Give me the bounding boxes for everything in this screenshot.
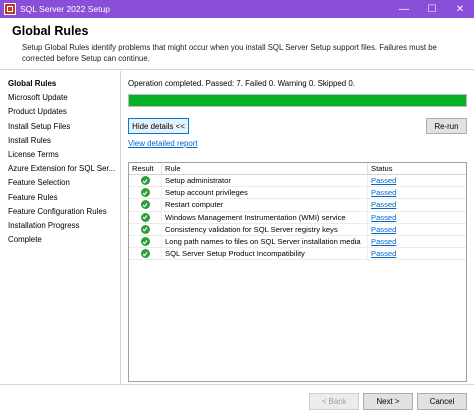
table-row[interactable]: Setup administrator Passed <box>129 175 466 188</box>
passed-link[interactable]: Passed <box>371 200 396 209</box>
result-cell <box>129 187 162 199</box>
sidebar-item[interactable]: Complete <box>0 233 120 247</box>
table-row[interactable]: Consistency validation for SQL Server re… <box>129 223 466 236</box>
rule-cell: Long path names to files on SQL Server i… <box>162 235 368 248</box>
rules-table: Result Rule Status Setup administrator Pa… <box>128 162 467 382</box>
passed-link[interactable]: Passed <box>371 249 396 258</box>
passed-link[interactable]: Passed <box>371 237 396 246</box>
rule-cell: Restart computer <box>162 199 368 211</box>
green-check-icon <box>140 249 150 259</box>
next-button[interactable]: Next > <box>363 393 413 410</box>
sidebar-item[interactable]: Installation Progress <box>0 219 120 233</box>
green-check-icon <box>140 200 150 210</box>
main-panel: Operation completed. Passed: 7. Failed 0… <box>122 71 474 384</box>
sidebar-item[interactable]: License Terms <box>0 148 120 162</box>
progress-fill <box>129 95 466 106</box>
view-detailed-report-link[interactable]: View detailed report <box>128 139 198 148</box>
result-cell <box>129 248 162 260</box>
green-check-icon <box>140 224 150 234</box>
maximize-button[interactable]: ☐ <box>418 0 446 18</box>
title-bar: SQL Server 2022 Setup — ☐ ✕ <box>0 0 474 18</box>
status-cell: Passed <box>368 175 466 186</box>
passed-link[interactable]: Passed <box>371 176 396 185</box>
status-cell: Passed <box>368 212 466 223</box>
minimize-button[interactable]: — <box>390 0 418 18</box>
sidebar-nav: Global Rules Microsoft Update Product Upda… <box>0 71 121 384</box>
window-title: SQL Server 2022 Setup <box>20 4 110 14</box>
result-cell <box>129 199 162 211</box>
result-cell <box>129 175 162 187</box>
sidebar-item[interactable]: Install Rules <box>0 134 120 148</box>
sidebar-item[interactable]: Feature Rules <box>0 191 120 205</box>
table-row[interactable]: Setup account privileges Passed <box>129 187 466 200</box>
hide-details-button[interactable]: Hide details << <box>128 118 189 134</box>
sidebar-item[interactable]: Feature Selection <box>0 176 120 190</box>
sidebar-item[interactable]: Feature Configuration Rules <box>0 205 120 219</box>
passed-link[interactable]: Passed <box>371 225 396 234</box>
result-cell <box>129 223 162 235</box>
sql-server-setup-icon <box>4 3 16 15</box>
green-check-icon <box>140 188 150 198</box>
operation-status: Operation completed. Passed: 7. Failed 0… <box>128 79 355 88</box>
table-row[interactable]: Long path names to files on SQL Server i… <box>129 235 466 249</box>
column-header-result[interactable]: Result <box>129 163 162 174</box>
result-cell <box>129 235 162 248</box>
table-row[interactable]: Windows Management Instrumentation (WMI)… <box>129 211 466 224</box>
rule-cell: SQL Server Setup Product Incompatibility <box>162 248 368 260</box>
sidebar-item[interactable]: Microsoft Update <box>0 91 120 105</box>
rule-cell: Consistency validation for SQL Server re… <box>162 223 368 235</box>
green-check-icon <box>140 212 150 222</box>
rule-cell: Setup account privileges <box>162 187 368 199</box>
progress-bar <box>128 94 467 107</box>
green-check-icon <box>140 176 150 186</box>
column-header-status[interactable]: Status <box>368 163 466 174</box>
status-cell: Passed <box>368 236 466 247</box>
table-header: Result Rule Status <box>129 163 466 175</box>
page-title: Global Rules <box>12 24 89 38</box>
close-button[interactable]: ✕ <box>446 0 474 18</box>
sidebar-item[interactable]: Install Setup Files <box>0 120 120 134</box>
sidebar-item[interactable]: Global Rules <box>0 77 120 91</box>
footer-bar: < Back Next > Cancel <box>0 384 474 414</box>
rule-cell: Setup administrator <box>162 175 368 187</box>
page-header: Global Rules Setup Global Rules identify… <box>0 18 474 70</box>
table-row[interactable]: Restart computer Passed <box>129 199 466 212</box>
page-description: Setup Global Rules identify problems tha… <box>22 43 437 63</box>
back-button[interactable]: < Back <box>309 393 359 410</box>
table-row[interactable]: SQL Server Setup Product Incompatibility… <box>129 248 466 261</box>
status-cell: Passed <box>368 224 466 235</box>
rerun-button[interactable]: Re-run <box>426 118 467 134</box>
rule-cell: Windows Management Instrumentation (WMI)… <box>162 211 368 223</box>
result-cell <box>129 211 162 223</box>
passed-link[interactable]: Passed <box>371 188 396 197</box>
status-cell: Passed <box>368 248 466 259</box>
status-cell: Passed <box>368 199 466 210</box>
sidebar-item[interactable]: Product Updates <box>0 105 120 119</box>
column-header-rule[interactable]: Rule <box>162 163 368 174</box>
status-cell: Passed <box>368 187 466 198</box>
sidebar-item[interactable]: Azure Extension for SQL Ser... <box>0 162 120 176</box>
cancel-button[interactable]: Cancel <box>417 393 467 410</box>
green-check-icon <box>140 237 150 247</box>
passed-link[interactable]: Passed <box>371 213 396 222</box>
